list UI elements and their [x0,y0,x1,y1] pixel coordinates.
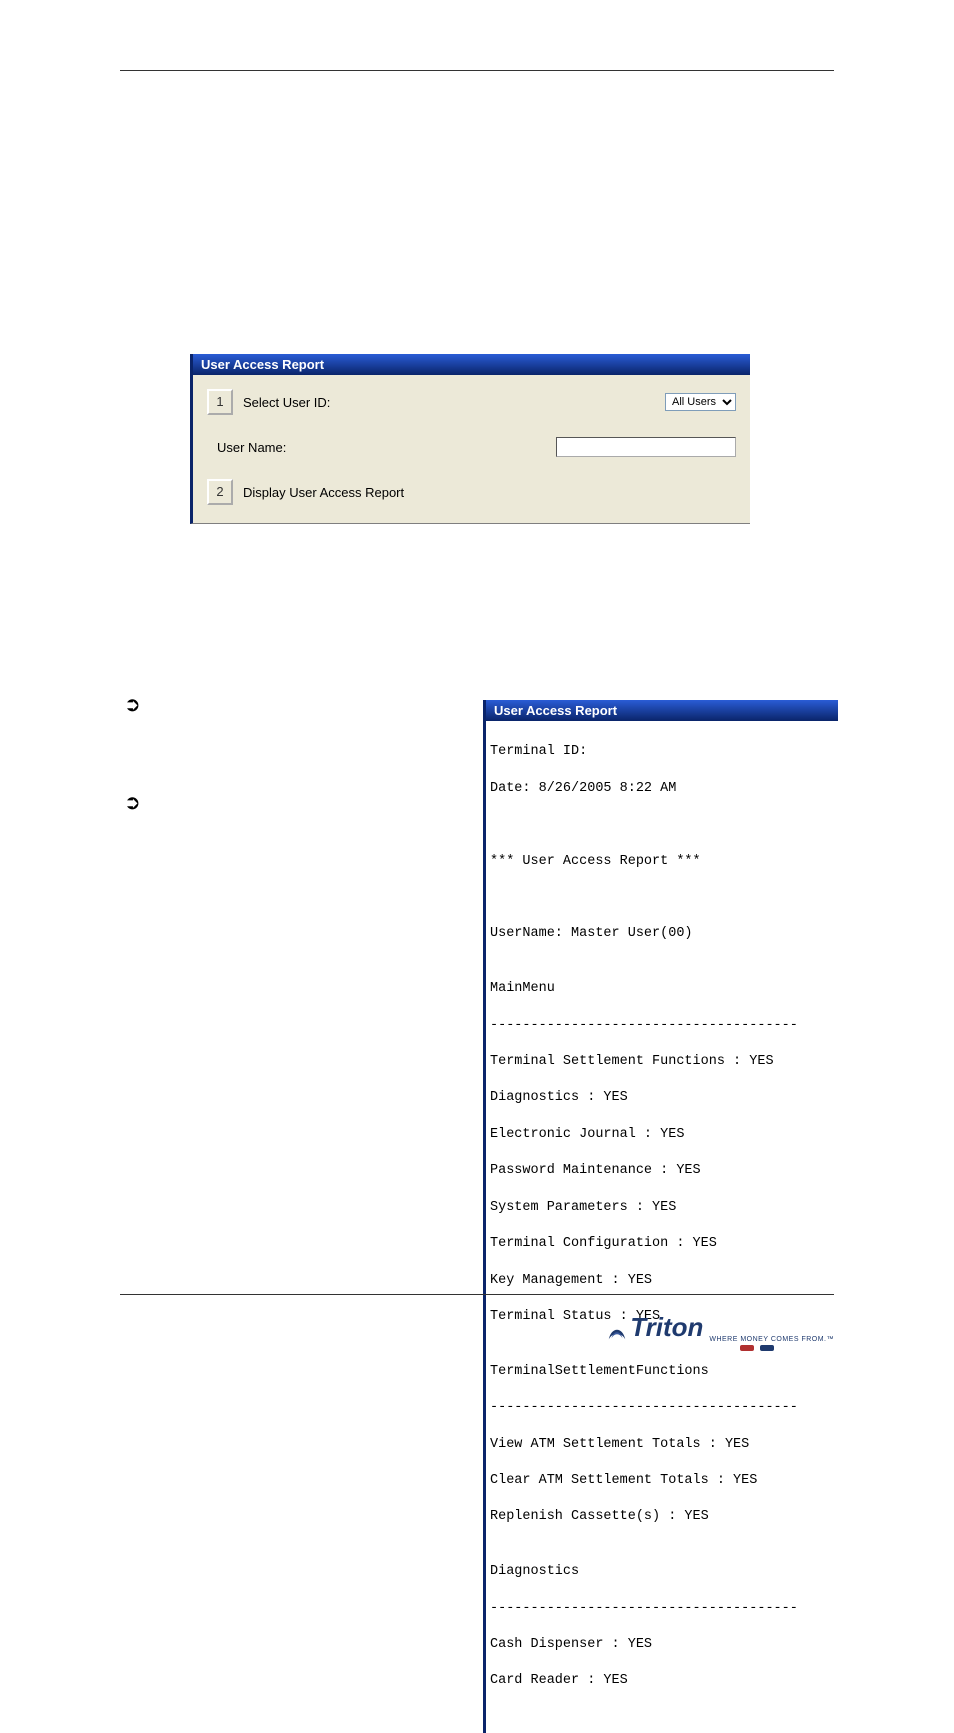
logo-swoosh-icon [606,1321,628,1343]
horizontal-rule [120,1294,834,1295]
report-line: UserName: Master User(00) [490,925,834,943]
report-line: Diagnostics : YES [490,1089,834,1107]
report-line: View ATM Settlement Totals : YES [490,1436,834,1454]
select-user-id-row: 1 Select User ID: All Users [207,389,736,415]
report-line: Diagnostics [490,1563,834,1581]
report-line: Electronic Journal : YES [490,1126,834,1144]
horizontal-rule [120,70,834,71]
triton-logo: Triton WHERE MONEY COMES FROM.™ [606,1312,834,1351]
report-line: *** User Access Report *** [490,853,834,871]
dialog-body: 1 Select User ID: All Users User Name: 2… [193,375,750,523]
report-line: Password Maintenance : YES [490,1162,834,1180]
report-line: -------------------------------------- [490,1600,834,1618]
report-line: -------------------------------------- [490,1017,834,1035]
user-name-label: User Name: [217,440,286,455]
logo-accent-blue [760,1345,774,1351]
report-line: -------------------------------------- [490,1399,834,1417]
report-line: Card Reader : YES [490,1672,834,1690]
dialog-title: User Access Report [193,354,750,375]
select-user-id-label: Select User ID: [243,395,330,410]
display-report-label: Display User Access Report [243,485,404,500]
logo-accent-bars [606,1345,834,1351]
logo-tagline: WHERE MONEY COMES FROM.™ [709,1336,834,1343]
option-2-button[interactable]: 2 [207,479,233,505]
report-body: Terminal ID: Date: 8/26/2005 8:22 AM ***… [486,721,838,1733]
report-line: System Parameters : YES [490,1199,834,1217]
bullet-arrow-icon: ➲ [124,790,141,815]
report-line: Key Management : YES [490,1272,834,1290]
logo-text: Triton [630,1312,703,1343]
user-access-report-dialog: User Access Report 1 Select User ID: All… [190,354,750,524]
user-access-report-output-dialog: User Access Report Terminal ID: Date: 8/… [483,700,838,1733]
report-line: Cash Dispenser : YES [490,1636,834,1654]
report-line: Terminal Configuration : YES [490,1235,834,1253]
report-line: MainMenu [490,980,834,998]
bullet-arrow-icon: ➲ [124,692,141,717]
user-name-row: User Name: [207,437,736,457]
report-line: Terminal Settlement Functions : YES [490,1053,834,1071]
option-1-button[interactable]: 1 [207,389,233,415]
user-id-select[interactable]: All Users [665,393,736,411]
report-line: Replenish Cassette(s) : YES [490,1508,834,1526]
user-name-input[interactable] [556,437,736,457]
report-line: Terminal ID: [490,743,834,761]
display-report-row: 2 Display User Access Report [207,479,736,505]
report-line: Date: 8/26/2005 8:22 AM [490,780,834,798]
report-line: TerminalSettlementFunctions [490,1363,834,1381]
logo-accent-red [740,1345,754,1351]
dialog-title: User Access Report [486,700,838,721]
